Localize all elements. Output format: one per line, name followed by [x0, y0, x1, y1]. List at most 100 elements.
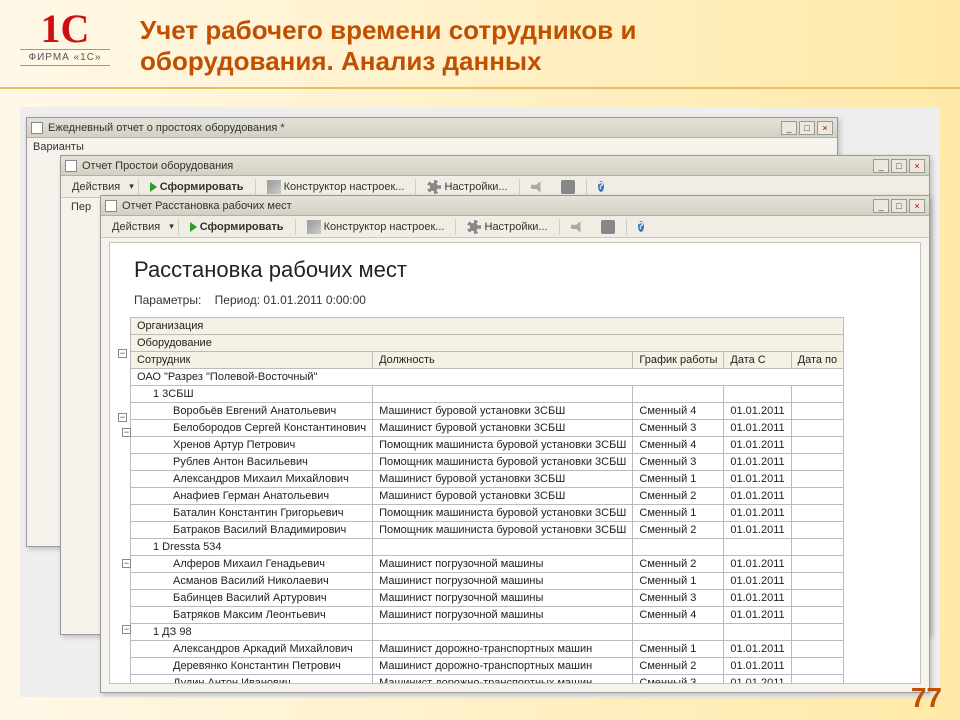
cell: 1 3СБШ: [131, 386, 373, 403]
settings-button[interactable]: Настройки...: [460, 217, 554, 237]
cell: 01.01.2011: [724, 641, 791, 658]
page-number: 77: [911, 682, 942, 714]
tree-toggle[interactable]: −: [118, 413, 127, 422]
minimize-button[interactable]: _: [873, 159, 889, 173]
cell: [633, 624, 724, 641]
cell: 01.01.2011: [724, 658, 791, 675]
cell: [791, 403, 844, 420]
win3-title: Отчет Расстановка рабочих мест: [122, 200, 873, 212]
cell: 01.01.2011: [724, 590, 791, 607]
table-row: Баталин Константин ГригорьевичПомощник м…: [131, 505, 844, 522]
restore-button[interactable]: □: [891, 199, 907, 213]
tree-toggle[interactable]: −: [122, 428, 131, 437]
speaker-button[interactable]: [524, 177, 552, 197]
window-workplace-report: Отчет Расстановка рабочих мест _ □ × Дей…: [100, 195, 930, 693]
table-row: Батраков Василий ВладимировичПомощник ма…: [131, 522, 844, 539]
form-button[interactable]: Сформировать: [183, 218, 291, 236]
table-row: Асманов Василий НиколаевичМашинист погру…: [131, 573, 844, 590]
cell: [633, 386, 724, 403]
cell: [791, 590, 844, 607]
table-row: Александров Михаил МихайловичМашинист бу…: [131, 471, 844, 488]
cell: Дудин Антон Иванович: [131, 675, 373, 685]
cell: Сменный 2: [633, 522, 724, 539]
cell: 01.01.2011: [724, 573, 791, 590]
cell: Помощник машиниста буровой установки 3СБ…: [373, 437, 633, 454]
print-icon: [561, 180, 575, 194]
minimize-button[interactable]: _: [873, 199, 889, 213]
tree-toggle[interactable]: −: [118, 349, 127, 358]
table-row: 1 Dressta 534: [131, 539, 844, 556]
cell: [791, 522, 844, 539]
constructor-button[interactable]: Конструктор настроек...: [260, 177, 412, 197]
help-icon: ?: [638, 221, 644, 232]
win1-title: Ежедневный отчет о простоях оборудования…: [48, 122, 781, 134]
speaker-button[interactable]: [564, 217, 592, 237]
cell: Машинист погрузочной машины: [373, 556, 633, 573]
cell: 01.01.2011: [724, 454, 791, 471]
tree-toggle[interactable]: −: [122, 625, 131, 634]
print-button[interactable]: [594, 217, 622, 237]
table-row: Деревянко Константин ПетровичМашинист до…: [131, 658, 844, 675]
hdr-org: Организация: [131, 318, 844, 335]
wrench-icon: [267, 180, 281, 194]
cell: Помощник машиниста буровой установки 3СБ…: [373, 522, 633, 539]
cell: [791, 641, 844, 658]
help-button[interactable]: ?: [631, 217, 651, 237]
cell: Сменный 1: [633, 471, 724, 488]
hdr-equip: Оборудование: [131, 335, 844, 352]
minimize-button[interactable]: _: [781, 121, 797, 135]
cell: Воробьёв Евгений Анатольевич: [131, 403, 373, 420]
tree-toggle[interactable]: −: [122, 559, 131, 568]
cell: Баталин Константин Григорьевич: [131, 505, 373, 522]
cell: 01.01.2011: [724, 488, 791, 505]
cell: Сменный 4: [633, 403, 724, 420]
cell: Сменный 3: [633, 675, 724, 685]
gear-icon: [467, 220, 481, 234]
cell: 01.01.2011: [724, 420, 791, 437]
table-row: 1 3СБШ: [131, 386, 844, 403]
form-button[interactable]: Сформировать: [143, 178, 251, 196]
actions-menu[interactable]: Действия: [65, 178, 127, 196]
workspace: Ежедневный отчет о простоях оборудования…: [20, 107, 940, 697]
logo-sub: ФИРМА «1С»: [20, 49, 110, 66]
cell: Асманов Василий Николаевич: [131, 573, 373, 590]
gear-icon: [427, 180, 441, 194]
cell: Машинист буровой установки 3СБШ: [373, 403, 633, 420]
doc-icon: [105, 200, 117, 212]
close-button[interactable]: ×: [909, 199, 925, 213]
constructor-button[interactable]: Конструктор настроек...: [300, 217, 452, 237]
cell: Анафиев Герман Анатольевич: [131, 488, 373, 505]
col-from: Дата С: [724, 352, 791, 369]
win1-label: Варианты: [27, 138, 837, 156]
cell: Сменный 2: [633, 658, 724, 675]
restore-button[interactable]: □: [891, 159, 907, 173]
report-title: Расстановка рабочих мест: [134, 257, 914, 283]
cell: Помощник машиниста буровой установки 3СБ…: [373, 505, 633, 522]
actions-menu[interactable]: Действия: [105, 218, 167, 236]
report-params: Параметры: Период: 01.01.2011 0:00:00: [134, 293, 914, 307]
cell: Сменный 2: [633, 488, 724, 505]
table-row: Воробьёв Евгений АнатольевичМашинист бур…: [131, 403, 844, 420]
table-row: Бабинцев Василий АртуровичМашинист погру…: [131, 590, 844, 607]
cell: Сменный 1: [633, 641, 724, 658]
close-button[interactable]: ×: [909, 159, 925, 173]
cell: Батряков Максим Леонтьевич: [131, 607, 373, 624]
page-title: Учет рабочего времени сотрудников и обор…: [140, 15, 740, 77]
doc-icon: [65, 160, 77, 172]
cell: Сменный 1: [633, 505, 724, 522]
cell: [373, 386, 633, 403]
help-button[interactable]: ?: [591, 177, 611, 197]
cell: Машинист буровой установки 3СБШ: [373, 488, 633, 505]
settings-button[interactable]: Настройки...: [420, 177, 514, 197]
cell: Машинист буровой установки 3СБШ: [373, 420, 633, 437]
cell: 1 ДЗ 98: [131, 624, 373, 641]
table-row: Дудин Антон ИвановичМашинист дорожно-тра…: [131, 675, 844, 685]
cell: Машинист дорожно-транспортных машин: [373, 641, 633, 658]
cell: Машинист погрузочной машины: [373, 590, 633, 607]
table-row: ОАО "Разрез "Полевой-Восточный": [131, 369, 844, 386]
restore-button[interactable]: □: [799, 121, 815, 135]
table-row: Батряков Максим ЛеонтьевичМашинист погру…: [131, 607, 844, 624]
close-button[interactable]: ×: [817, 121, 833, 135]
cell: [791, 505, 844, 522]
print-button[interactable]: [554, 177, 582, 197]
